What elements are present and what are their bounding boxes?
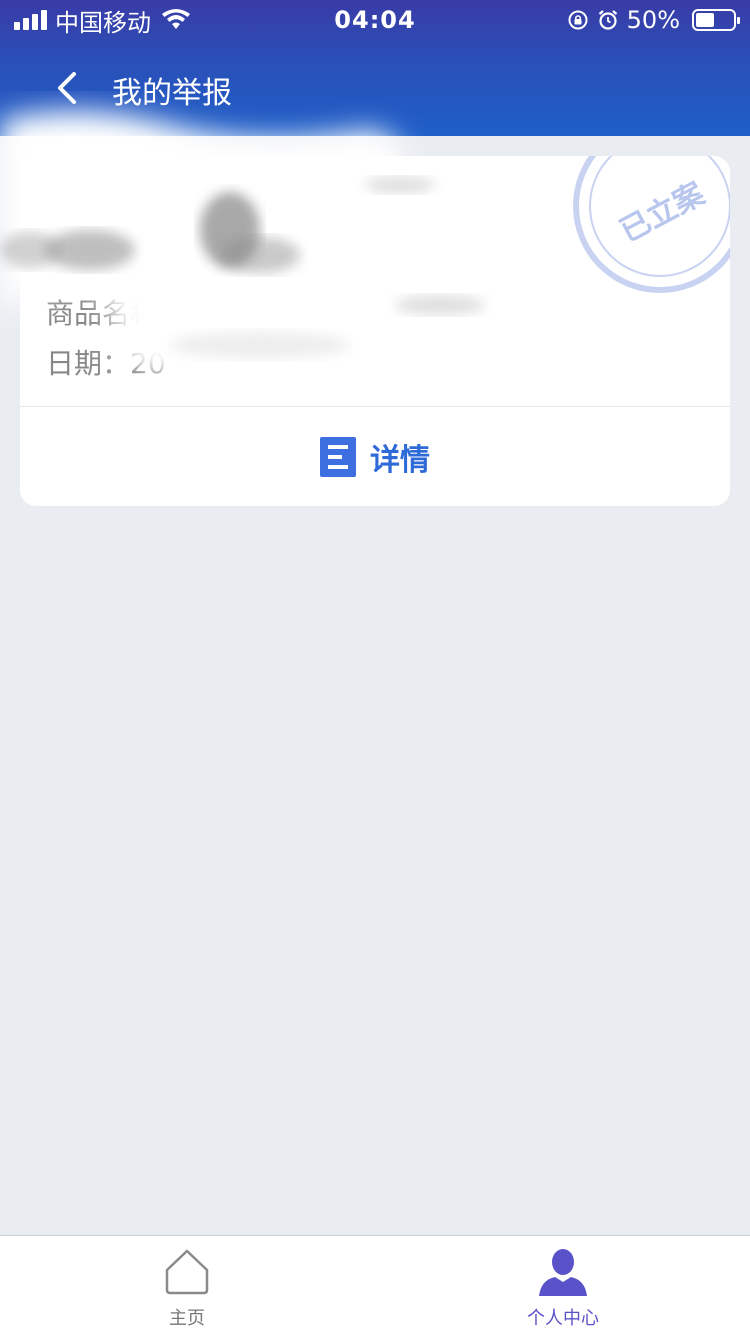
date-label: 日期：	[46, 347, 131, 380]
tab-personal-center[interactable]: 个人中心	[463, 1246, 663, 1332]
nav-bar: 我的举报	[0, 40, 750, 136]
orientation-lock-icon	[568, 10, 588, 30]
date-value: 20	[130, 347, 166, 380]
product-name-label: 商品名称	[46, 297, 159, 330]
person-icon	[539, 1249, 587, 1296]
status-right: 50%	[567, 6, 740, 34]
detail-button[interactable]: 详情	[20, 407, 730, 506]
stamp-text: 已立案	[614, 176, 711, 250]
tab-home[interactable]: 主页	[87, 1246, 287, 1332]
header: 中国移动 04:04 50% 我的举报	[0, 0, 750, 136]
alarm-icon	[598, 10, 617, 30]
filed-stamp: 已立案	[573, 156, 730, 293]
report-card: 已立案 商品名称 日期：20 详情	[20, 156, 730, 506]
document-icon	[320, 436, 356, 477]
chevron-left-icon[interactable]	[46, 66, 90, 110]
home-icon	[165, 1249, 209, 1295]
status-bar: 中国移动 04:04 50%	[0, 0, 750, 40]
battery-icon	[692, 9, 740, 31]
date-row: 日期：20	[46, 342, 166, 382]
tab-bar: 主页 个人中心	[0, 1235, 750, 1334]
tab-personal-center-label: 个人中心	[527, 1308, 599, 1329]
tab-home-label: 主页	[169, 1308, 205, 1329]
detail-label: 详情	[370, 442, 430, 478]
battery-percent: 50%	[626, 6, 680, 34]
product-name-row: 商品名称	[46, 292, 158, 332]
page-title: 我的举报	[112, 76, 232, 111]
